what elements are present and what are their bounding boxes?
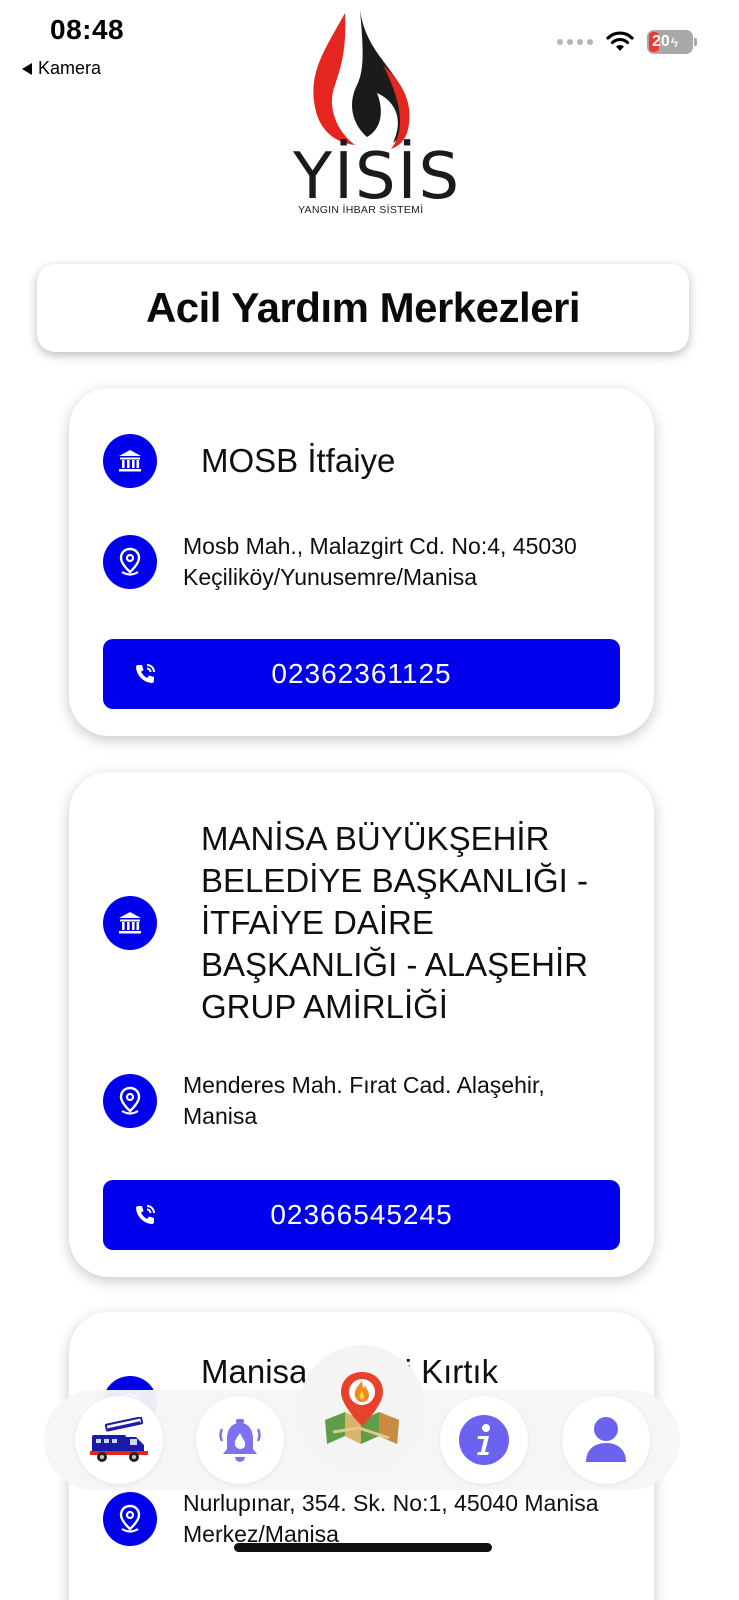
station-address: Nurlupınar, 354. Sk. No:1, 45040 Manisa … <box>183 1490 599 1547</box>
back-arrow-icon <box>22 62 32 75</box>
logo-subtitle: YANGIN İHBAR SİSTEMİ <box>298 204 424 216</box>
nav-profile-button[interactable] <box>562 1396 650 1484</box>
location-pin-icon <box>103 1074 157 1128</box>
battery-level: 20 <box>652 33 670 50</box>
nav-info-button[interactable] <box>440 1396 528 1484</box>
user-icon <box>586 1417 626 1462</box>
location-pin-icon <box>103 1492 157 1546</box>
back-app-label: Kamera <box>38 58 102 78</box>
nav-fire-truck-button[interactable] <box>75 1396 163 1484</box>
status-time: 08:48 <box>50 14 125 45</box>
home-indicator <box>234 1543 492 1552</box>
station-card: MANİSA BÜYÜKŞEHİR BELEDİYE BAŞKANLIĞI - … <box>69 772 654 1277</box>
station-address: Menderes Mah. Fırat Cad. Alaşehir, Manis… <box>183 1072 545 1129</box>
logo-wordmark: YİSİS <box>293 140 462 214</box>
charging-bolt-icon: ϟ <box>670 34 679 50</box>
phone-call-icon <box>136 1205 155 1224</box>
fire-map-icon <box>325 1372 399 1444</box>
back-to-app-link[interactable]: Kamera <box>22 58 101 79</box>
call-button[interactable]: 02366545245 <box>103 1180 620 1250</box>
fire-truck-icon <box>90 1417 148 1462</box>
station-card: MOSB İtfaiye Mosb Mah., Malazgirt Cd. No… <box>69 388 654 736</box>
station-name: MANİSA BÜYÜKŞEHİR BELEDİYE BAŞKANLIĞI - … <box>201 820 588 1025</box>
bank-icon <box>103 896 157 950</box>
nav-alarm-button[interactable] <box>196 1396 284 1484</box>
page-title-card: Acil Yardım Merkezleri <box>37 264 689 352</box>
alarm-bell-icon <box>219 1419 261 1462</box>
call-button[interactable]: 02362361125 <box>103 639 620 709</box>
bank-icon <box>103 434 157 488</box>
call-button-number: 02366545245 <box>270 1199 453 1230</box>
status-indicators: 20 ϟ <box>557 30 697 54</box>
page-title: Acil Yardım Merkezleri <box>145 284 581 331</box>
location-pin-icon <box>103 535 157 589</box>
nav-fire-map-button[interactable] <box>299 1345 425 1471</box>
battery-icon: 20 ϟ <box>647 30 697 54</box>
station-address: Mosb Mah., Malazgirt Cd. No:4, 45030 Keç… <box>183 533 577 590</box>
station-name: MOSB İtfaiye <box>201 442 396 479</box>
info-icon <box>459 1415 509 1465</box>
wifi-icon <box>606 31 634 51</box>
phone-call-icon <box>136 664 155 683</box>
cellular-signal-icon <box>557 39 593 45</box>
call-button-number: 02362361125 <box>271 658 452 689</box>
